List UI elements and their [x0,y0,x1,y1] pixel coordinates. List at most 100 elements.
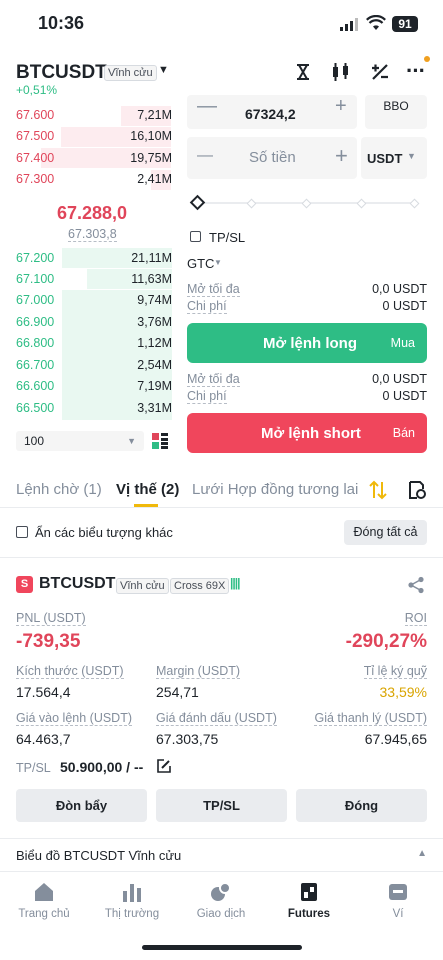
chevron-up-icon[interactable]: ▲ [417,848,427,859]
open-short-button[interactable]: Mở lệnh short Bán [187,413,427,453]
size-value: 17.564,4 [16,684,71,700]
status-time: 10:36 [38,13,85,33]
slider-tick [409,198,420,209]
mark-price-label: Giá đánh dấu (USDT) [156,711,277,726]
tpsl-button[interactable]: TP/SL [156,789,287,822]
roi-label: ROI [404,611,427,626]
mark-price[interactable]: 67.303,8 [68,227,117,242]
nav-home[interactable]: Trang chủ [0,882,88,920]
wifi-icon [366,15,386,30]
trade-icon [211,882,231,901]
position-type-badge: Vĩnh cửu [116,578,169,594]
chevron-down-icon[interactable]: ▼ [158,64,169,76]
hide-others-label[interactable]: Ẩn các biểu tượng khác [35,525,173,540]
pnl-value: -739,35 [16,631,81,652]
slider-handle[interactable] [189,194,206,211]
nav-market[interactable]: Thị trường [88,882,176,920]
contract-type-badge: Vĩnh cửu [104,65,157,81]
tab-open-orders[interactable]: Lệnh chờ (1) [16,481,102,498]
amount-input[interactable]: — Số tiền + [187,137,357,179]
chevron-down-icon[interactable]: ▼ [214,258,222,267]
nav-futures[interactable]: Futures [265,882,353,920]
bbo-button[interactable]: BBO [365,95,427,129]
bid-row[interactable]: 67.100 11,63M [0,272,172,292]
tpsl-checkbox[interactable] [190,231,201,242]
slider-tick [246,198,257,209]
liq-price-value: 67.945,65 [364,731,427,747]
margin-value: 254,71 [156,684,199,700]
long-cost-value: 0 USDT [382,299,427,313]
long-max-value: 0,0 USDT [372,282,427,296]
margin-ratio-label: Tỉ lệ ký quỹ [363,664,427,679]
roi-value: -290,27% [345,631,427,652]
minus-icon[interactable]: — [197,147,213,165]
bid-row[interactable]: 66.800 1,12M [0,336,172,356]
position-symbol[interactable]: BTCUSDT [39,575,115,593]
margin-label: Margin (USDT) [156,664,241,679]
last-price[interactable]: 67.288,0 [57,203,127,224]
order-history-icon[interactable] [408,480,426,500]
bid-row[interactable]: 67.200 21,11M [0,251,172,271]
leverage-button[interactable]: Đòn bẩy [16,789,147,822]
tif-select[interactable]: GTC [187,256,214,271]
edit-icon[interactable] [157,759,171,773]
bid-row[interactable]: 66.900 3,76M [0,315,172,335]
share-icon[interactable] [407,576,425,594]
depth-select[interactable]: 100 ▼ [16,431,144,451]
chevron-down-icon: ▼ [127,436,136,446]
book-layout-icon[interactable] [152,433,168,449]
header-icons: ··· [293,58,428,83]
pair-title[interactable]: BTCUSDT [16,62,107,84]
sort-icon[interactable] [369,480,387,500]
short-max-label: Mở tối đa [187,372,240,387]
bottom-nav: Trang chủ Thị trường Giao dịch Futures V… [0,871,443,960]
divider [0,557,443,558]
chart-toggle-bar[interactable]: Biểu đồ BTCUSDT Vĩnh cửu ▲ [0,839,443,871]
futures-icon [301,883,317,901]
bid-row[interactable]: 66.600 7,19M [0,379,172,399]
hourglass-icon[interactable] [293,63,313,81]
calculator-icon[interactable] [370,62,390,82]
plus-icon[interactable]: + [335,95,347,118]
more-icon[interactable]: ··· [406,58,426,84]
ask-row[interactable]: 67.500 16,10M [0,129,172,149]
status-bar: 10:36 91 [0,0,443,48]
tpsl-label[interactable]: TP/SL [209,230,245,245]
tpsl-label: TP/SL [16,761,51,775]
plus-icon[interactable]: + [335,143,348,169]
size-label: Kích thước (USDT) [16,664,124,679]
ask-row[interactable]: 67.600 7,21M [0,108,172,128]
bid-row[interactable]: 66.700 2,54M [0,358,172,378]
short-max-value: 0,0 USDT [372,372,427,386]
liq-price-label: Giá thanh lý (USDT) [314,711,427,726]
tab-indicator [134,504,158,507]
slider-tick [301,198,312,209]
price-input[interactable]: — 67324,2 + [187,95,357,129]
ask-row[interactable]: 67.300 2,41M [0,172,172,192]
long-cost-label: Chi phí [187,299,227,314]
close-position-button[interactable]: Đóng [296,789,427,822]
leverage-slider[interactable] [189,194,420,211]
bid-row[interactable]: 67.000 9,74M [0,293,172,313]
short-cost-value: 0 USDT [382,389,427,403]
bid-row[interactable]: 66.500 3,31M [0,401,172,421]
nav-trade[interactable]: Giao dịch [177,882,265,920]
open-long-button[interactable]: Mở lệnh long Mua [187,323,427,363]
entry-price-value: 64.463,7 [16,731,71,747]
hide-others-checkbox[interactable] [16,526,28,538]
candlestick-icon[interactable] [330,62,352,82]
slider-tick [356,198,367,209]
ask-row[interactable]: 67.400 19,75M [0,151,172,171]
amount-unit-select[interactable]: USDT ▼ [361,137,427,179]
chevron-down-icon: ▼ [407,151,416,161]
minus-icon[interactable]: — [197,95,217,118]
market-icon [123,884,141,902]
signal-icon [340,18,360,31]
close-all-button[interactable]: Đóng tất cả [344,520,427,545]
tabs: Lệnh chờ (1) Vị thế (2) Lưới Hợp đồng tư… [0,472,443,508]
tab-positions[interactable]: Vị thế (2) [116,481,179,498]
pnl-label: PNL (USDT) [16,611,86,626]
price-change: +0,51% [16,83,58,97]
nav-wallet[interactable]: Ví [354,882,442,920]
tab-futures-grid[interactable]: Lưới Hợp đồng tương lai [192,481,358,498]
